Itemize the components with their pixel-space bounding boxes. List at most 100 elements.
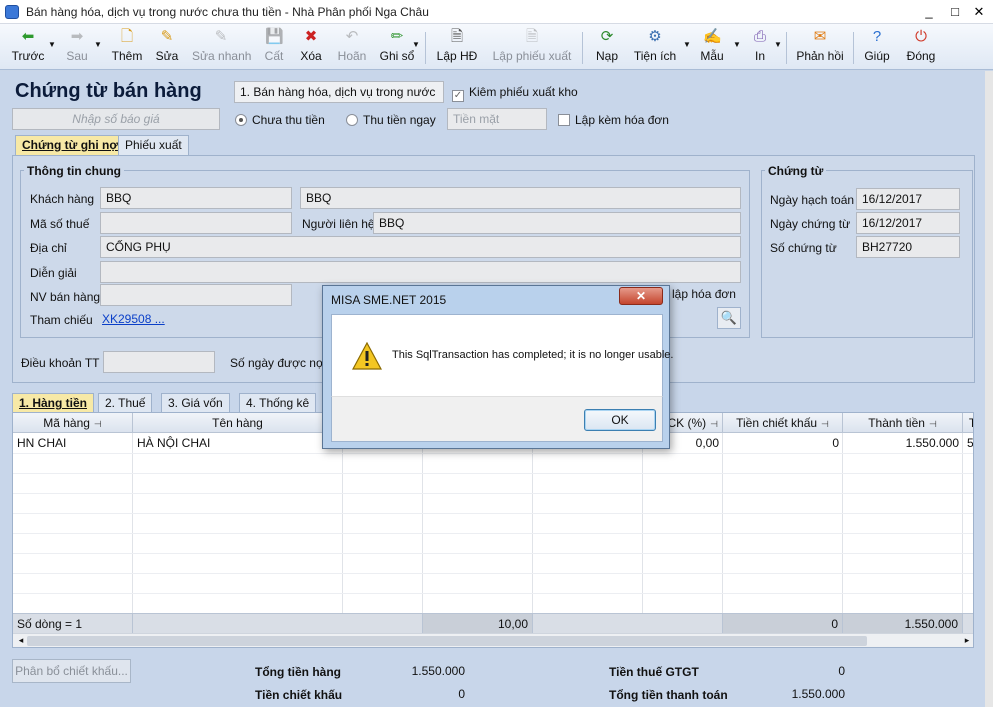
- col-header-tien-ck[interactable]: Tiền chiết khấu ⊣: [723, 413, 843, 433]
- minimize-button[interactable]: _: [918, 3, 940, 21]
- toolbar-button-13[interactable]: ✍ Mẫu: [698, 26, 726, 68]
- lap-kem-hoa-don-checkbox[interactable]: Lập kèm hóa đơn: [558, 113, 669, 127]
- quote-number-input[interactable]: Nhập số báo giá: [12, 108, 220, 130]
- cell-tien-ck[interactable]: 0: [723, 434, 843, 453]
- col-header-label: Thành tiền: [868, 416, 925, 430]
- maximize-button[interactable]: □: [944, 3, 966, 21]
- tab-hang-tien[interactable]: 1. Hàng tiền: [12, 393, 95, 413]
- scroll-left-icon[interactable]: ◂: [15, 635, 27, 647]
- col-header-label: Tiền chiết khấu: [736, 416, 818, 430]
- scroll-right-icon[interactable]: ▸: [961, 635, 973, 647]
- customer-name-input[interactable]: BBQ: [300, 187, 741, 209]
- toolbar-button-10[interactable]: 🗎 Lập phiếu xuất: [491, 26, 573, 68]
- allocate-discount-button[interactable]: Phân bổ chiết khấu...: [12, 659, 131, 683]
- toolbar-button-0[interactable]: ⬅ Trước: [10, 26, 46, 68]
- toolbar-button-label: Sau: [66, 49, 88, 63]
- toolbar-button-1[interactable]: ➡ Sau: [62, 26, 92, 68]
- cell-thanh-tien[interactable]: 1.550.000: [843, 434, 963, 453]
- reference-link[interactable]: XK29508 ...: [102, 312, 165, 326]
- discount-total-label: Tiền chiết khấu: [255, 688, 343, 702]
- voucher-date-input[interactable]: 16/12/2017: [856, 212, 960, 234]
- tab-phieu-xuat[interactable]: Phiếu xuất: [118, 135, 189, 155]
- utilities-icon: ⚙: [648, 28, 662, 45]
- toolbar-button-2[interactable]: 🗋 Thêm: [110, 26, 144, 68]
- contact-input[interactable]: BBQ: [373, 212, 741, 234]
- dropdown-caret-icon[interactable]: ▼: [48, 40, 56, 49]
- voucher-date-label: Ngày chứng từ: [770, 217, 851, 231]
- footer-empty: [963, 613, 973, 633]
- dialog-close-button[interactable]: ✕: [619, 287, 663, 305]
- radio-unpaid[interactable]: Chưa thu tiền: [235, 113, 325, 127]
- cell-extra[interactable]: 52: [963, 434, 973, 453]
- search-reference-button[interactable]: 🔍: [717, 307, 741, 329]
- dropdown-caret-icon[interactable]: ▼: [683, 40, 691, 49]
- col-header-thanh-tien[interactable]: Thành tiền ⊣: [843, 413, 963, 433]
- payment-terms-input[interactable]: [103, 351, 215, 373]
- footer-qty: 10,00: [423, 613, 533, 633]
- tab-gia-von[interactable]: 3. Giá vốn: [161, 393, 230, 413]
- col-header-t[interactable]: T: [963, 413, 973, 433]
- dropdown-caret-icon[interactable]: ▼: [733, 40, 741, 49]
- radio-icon: [346, 114, 358, 126]
- address-input[interactable]: CỐNG PHỤ: [100, 236, 741, 258]
- toolbar-button-3[interactable]: ✎ Sửa: [154, 26, 180, 68]
- radio-paid-label: Thu tiền ngay: [363, 113, 436, 127]
- tab-thong-ke[interactable]: 4. Thống kê: [239, 393, 317, 413]
- col-header-label: CK (%): [667, 416, 707, 430]
- checkbox-checked-icon: ✓: [452, 90, 464, 102]
- toolbar-button-9[interactable]: 🗎 Lập HĐ: [434, 26, 480, 68]
- salesperson-input[interactable]: [100, 284, 292, 306]
- tax-code-input[interactable]: [100, 212, 292, 234]
- row-divider: [13, 513, 973, 514]
- toolbar-button-4[interactable]: ✎ Sửa nhanh: [192, 26, 251, 68]
- toolbar-button-7[interactable]: ↶ Hoãn: [337, 26, 367, 68]
- cell-ma-hang[interactable]: HN CHAI: [13, 434, 133, 453]
- kiem-phieu-xuat-kho-checkbox[interactable]: ✓ Kiêm phiếu xuất kho: [452, 85, 578, 102]
- toolbar-button-6[interactable]: ✖ Xóa: [298, 26, 324, 68]
- cell-ten-hang[interactable]: HÀ NỘI CHAI: [133, 434, 343, 453]
- tab-chung-tu-ghi-no[interactable]: Chứng từ ghi nợ: [15, 135, 125, 155]
- toolbar-button-label: Đóng: [906, 49, 936, 63]
- row-divider: [13, 473, 973, 474]
- toolbar-button-17[interactable]: ⏻ Đóng: [904, 26, 938, 68]
- payment-method-input[interactable]: Tiền mặt: [447, 108, 547, 130]
- vat-label: Tiền thuế GTGT: [609, 665, 699, 679]
- debt-days-label: Số ngày được nợ: [230, 356, 324, 370]
- dialog-body: This SqlTransaction has completed; it is…: [331, 314, 673, 396]
- voucher-group-title: Chứng từ: [765, 164, 827, 178]
- voucher-type-select[interactable]: 1. Bán hàng hóa, dịch vụ trong nước: [234, 81, 444, 103]
- export-slip-icon: 🗎: [525, 28, 539, 45]
- toolbar-button-14[interactable]: ⎙ In: [750, 26, 770, 68]
- radio-paid[interactable]: Thu tiền ngay: [346, 113, 436, 127]
- tab-thue[interactable]: 2. Thuế: [98, 393, 153, 413]
- arrow-right-icon: ➡: [70, 28, 84, 45]
- warning-icon: [351, 341, 383, 373]
- dropdown-caret-icon[interactable]: ▼: [774, 40, 782, 49]
- close-window-button[interactable]: ✕: [968, 3, 990, 21]
- posting-date-input[interactable]: 16/12/2017: [856, 188, 960, 210]
- toolbar-button-16[interactable]: ? Giúp: [863, 26, 891, 68]
- vertical-scrollbar[interactable]: [985, 71, 993, 707]
- col-header-ma-hang[interactable]: Mã hàng ⊣: [13, 413, 133, 433]
- toolbar-button-15[interactable]: ✉ Phản hồi: [795, 26, 845, 68]
- col-header-ten-hang[interactable]: Tên hàng: [133, 413, 343, 433]
- row-divider: [13, 493, 973, 494]
- print-icon: ⎙: [753, 28, 766, 45]
- toolbar-button-8[interactable]: ✏ Ghi sổ: [379, 26, 415, 68]
- dropdown-caret-icon[interactable]: ▼: [94, 40, 102, 49]
- description-input[interactable]: [100, 261, 741, 283]
- row-divider: [13, 533, 973, 534]
- toolbar-button-12[interactable]: ⚙ Tiện ích: [632, 26, 678, 68]
- arrow-left-icon: ⬅: [21, 28, 35, 45]
- dropdown-caret-icon[interactable]: ▼: [412, 40, 420, 49]
- customer-code-input[interactable]: BBQ: [100, 187, 292, 209]
- grand-total-value: 1.550.000: [791, 687, 845, 701]
- scroll-thumb[interactable]: [27, 636, 867, 646]
- quick-edit-icon: ✎: [214, 28, 228, 45]
- toolbar-button-5[interactable]: 💾 Cất: [262, 26, 286, 68]
- toolbar-button-11[interactable]: ⟳ Nạp: [593, 26, 621, 68]
- payment-terms-label: Điều khoản TT: [21, 356, 100, 370]
- voucher-no-input[interactable]: BH27720: [856, 236, 960, 258]
- ok-button[interactable]: OK: [584, 409, 656, 431]
- horizontal-scrollbar[interactable]: ◂ ▸: [13, 633, 973, 647]
